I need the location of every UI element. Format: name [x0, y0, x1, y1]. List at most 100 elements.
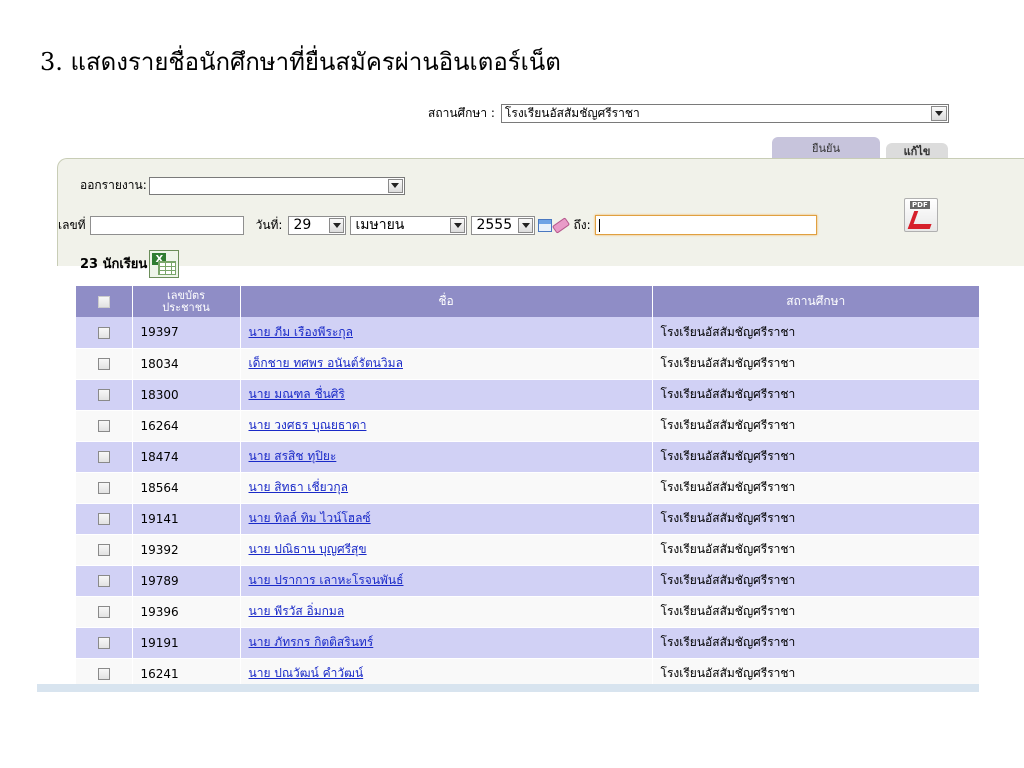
- day-select[interactable]: 29: [288, 215, 347, 235]
- excel-export-icon[interactable]: X: [149, 250, 180, 278]
- chevron-down-icon[interactable]: [450, 217, 466, 233]
- pdf-swoosh-mark: [907, 211, 937, 229]
- student-school: โรงเรียนอัสสัมชัญศรีราชา: [652, 348, 980, 380]
- row-checkbox[interactable]: [97, 544, 110, 556]
- student-id: 19789: [132, 565, 241, 597]
- to-date-input[interactable]: [594, 215, 817, 235]
- student-id: 19397: [132, 317, 241, 349]
- student-name-link[interactable]: เด็กชาย ทศพร อนันต์รัตนวิมล: [249, 356, 403, 370]
- month-value: เมษายน: [355, 217, 405, 233]
- row-checkbox[interactable]: [97, 420, 110, 432]
- student-school: โรงเรียนอัสสัมชัญศรีราชา: [652, 534, 980, 566]
- row-checkbox[interactable]: [97, 513, 110, 525]
- row-checkbox[interactable]: [97, 358, 110, 370]
- to-label: ถึง:: [573, 217, 591, 232]
- school-filter: สถานศึกษา : โรงเรียนอัสสัมชัญศรีราชา: [428, 104, 949, 123]
- student-name-link[interactable]: นาย ภัทรกร กิตติสรินทร์: [249, 635, 374, 649]
- student-id: 19191: [132, 627, 241, 659]
- eraser-icon[interactable]: [552, 216, 571, 234]
- student-name-cell: นาย ปณวัฒน์ คำวัฒน์: [240, 658, 653, 684]
- select-all-header: [76, 286, 133, 317]
- year-select[interactable]: 2555: [471, 215, 536, 235]
- date-label: วันที่:: [255, 217, 283, 232]
- row-checkbox[interactable]: [97, 668, 110, 680]
- number-input[interactable]: [89, 215, 244, 235]
- tab-bar: ยืนยัน แก้ไข: [772, 137, 948, 158]
- report-label: ออกรายงาน:: [80, 178, 147, 192]
- student-table: เลขบัตร ประชาชน ชื่อ สถานศึกษา 19397 นาย …: [76, 286, 980, 684]
- row-select-cell: [76, 534, 133, 566]
- student-count: 23 นักเรียน X: [80, 250, 180, 278]
- chevron-down-icon[interactable]: [518, 217, 534, 233]
- row-select-cell: [76, 410, 133, 442]
- student-count-text: 23 นักเรียน: [80, 257, 148, 272]
- student-id: 19392: [132, 534, 241, 566]
- student-name-link[interactable]: นาย ปราการ เลาหะโรจนพันธ์: [249, 573, 404, 587]
- student-school: โรงเรียนอัสสัมชัญศรีราชา: [652, 379, 980, 411]
- table-row: 18474 นาย สรสิช ทุปิยะ โรงเรียนอัสสัมชัญศร…: [76, 441, 980, 473]
- student-school: โรงเรียนอัสสัมชัญศรีราชา: [652, 503, 980, 535]
- row-select-cell: [76, 317, 133, 349]
- id-header-line2: ประชาชน: [162, 300, 210, 314]
- select-all-checkbox[interactable]: [97, 296, 110, 308]
- student-name-link[interactable]: นาย วงศธร บุณยธาดา: [249, 418, 367, 432]
- bottom-scroll-bar[interactable]: [37, 684, 979, 692]
- chevron-down-icon[interactable]: [930, 106, 947, 121]
- student-school: โรงเรียนอัสสัมชัญศรีราชา: [652, 317, 980, 349]
- row-checkbox[interactable]: [97, 637, 110, 649]
- student-name-link[interactable]: นาย สิทธา เชี่ยวกุล: [249, 480, 349, 494]
- student-name-link[interactable]: นาย สรสิช ทุปิยะ: [249, 449, 337, 463]
- row-checkbox[interactable]: [97, 606, 110, 618]
- school-select-value: โรงเรียนอัสสัมชัญศรีราชา: [504, 106, 640, 120]
- student-id: 16264: [132, 410, 241, 442]
- tab-edit[interactable]: แก้ไข: [886, 143, 948, 158]
- tab-confirm[interactable]: ยืนยัน: [772, 137, 880, 158]
- student-school: โรงเรียนอัสสัมชัญศรีราชา: [652, 565, 980, 597]
- id-header-line1: เลขบัตร: [166, 288, 206, 302]
- row-select-cell: [76, 503, 133, 535]
- student-school: โรงเรียนอัสสัมชัญศรีราชา: [652, 658, 980, 684]
- table-row: 18564 นาย สิทธา เชี่ยวกุล โรงเรียนอัสสัมชั…: [76, 472, 980, 504]
- row-checkbox[interactable]: [97, 575, 110, 587]
- student-name-link[interactable]: นาย มณฑล ชื่นศิริ: [249, 387, 345, 401]
- student-name-link[interactable]: นาย ปณิธาน บุญศรีสุข: [249, 542, 367, 556]
- row-select-cell: [76, 441, 133, 473]
- row-select-cell: [76, 627, 133, 659]
- table-row: 19397 นาย ภีม เรืองพีระกุล โรงเรียนอัสสัมช…: [76, 317, 980, 349]
- row-checkbox[interactable]: [97, 451, 110, 463]
- month-select[interactable]: เมษายน: [350, 215, 468, 235]
- student-school: โรงเรียนอัสสัมชัญศรีราชา: [652, 627, 980, 659]
- chevron-down-icon[interactable]: [387, 178, 403, 193]
- row-checkbox[interactable]: [97, 326, 110, 339]
- student-name-cell: นาย สรสิช ทุปิยะ: [240, 441, 653, 473]
- student-id: 18300: [132, 379, 241, 411]
- student-name-cell: นาย ภีม เรืองพีระกุล: [240, 317, 653, 349]
- row-checkbox[interactable]: [97, 482, 110, 494]
- excel-grid-mark: [158, 261, 177, 275]
- calendar-icon[interactable]: [538, 218, 553, 232]
- student-name-link[interactable]: นาย ภีม เรืองพีระกุล: [249, 325, 353, 339]
- table-body: 19397 นาย ภีม เรืองพีระกุล โรงเรียนอัสสัมช…: [76, 317, 980, 684]
- chevron-down-icon[interactable]: [329, 217, 345, 233]
- student-name-cell: นาย พีรวัส อิ่มกมล: [240, 596, 653, 628]
- table-row: 18034 เด็กชาย ทศพร อนันต์รัตนวิมล โรงเรียน…: [76, 348, 980, 380]
- student-name-cell: เด็กชาย ทศพร อนันต์รัตนวิมล: [240, 348, 653, 380]
- table-row: 19789 นาย ปราการ เลาหะโรจนพันธ์ โรงเรียนอั…: [76, 565, 980, 597]
- student-name-link[interactable]: นาย พีรวัส อิ่มกมล: [249, 604, 345, 618]
- row-select-cell: [76, 565, 133, 597]
- row-checkbox[interactable]: [97, 389, 110, 401]
- student-table-wrap: เลขบัตร ประชาชน ชื่อ สถานศึกษา 19397 นาย …: [76, 286, 980, 684]
- student-name-cell: นาย ปณิธาน บุญศรีสุข: [240, 534, 653, 566]
- page-heading: 3. แสดงรายชื่อนักศึกษาที่ยื่นสมัครผ่านอิ…: [40, 48, 561, 76]
- table-row: 16241 นาย ปณวัฒน์ คำวัฒน์ โรงเรียนอัสสัมชั…: [76, 658, 980, 684]
- report-select[interactable]: [148, 176, 405, 195]
- student-id: 19141: [132, 503, 241, 535]
- row-select-cell: [76, 658, 133, 684]
- student-name-cell: นาย วงศธร บุณยธาดา: [240, 410, 653, 442]
- school-select[interactable]: โรงเรียนอัสสัมชัญศรีราชา: [500, 104, 949, 123]
- student-name-link[interactable]: นาย ปณวัฒน์ คำวัฒน์: [249, 666, 364, 680]
- student-name-link[interactable]: นาย ทิลล์ ทิม ไวน์โฮลซ์: [249, 511, 371, 525]
- student-school: โรงเรียนอัสสัมชัญศรีราชา: [652, 472, 980, 504]
- id-column-header: เลขบัตร ประชาชน: [132, 286, 241, 317]
- pdf-export-icon[interactable]: PDF: [904, 198, 938, 232]
